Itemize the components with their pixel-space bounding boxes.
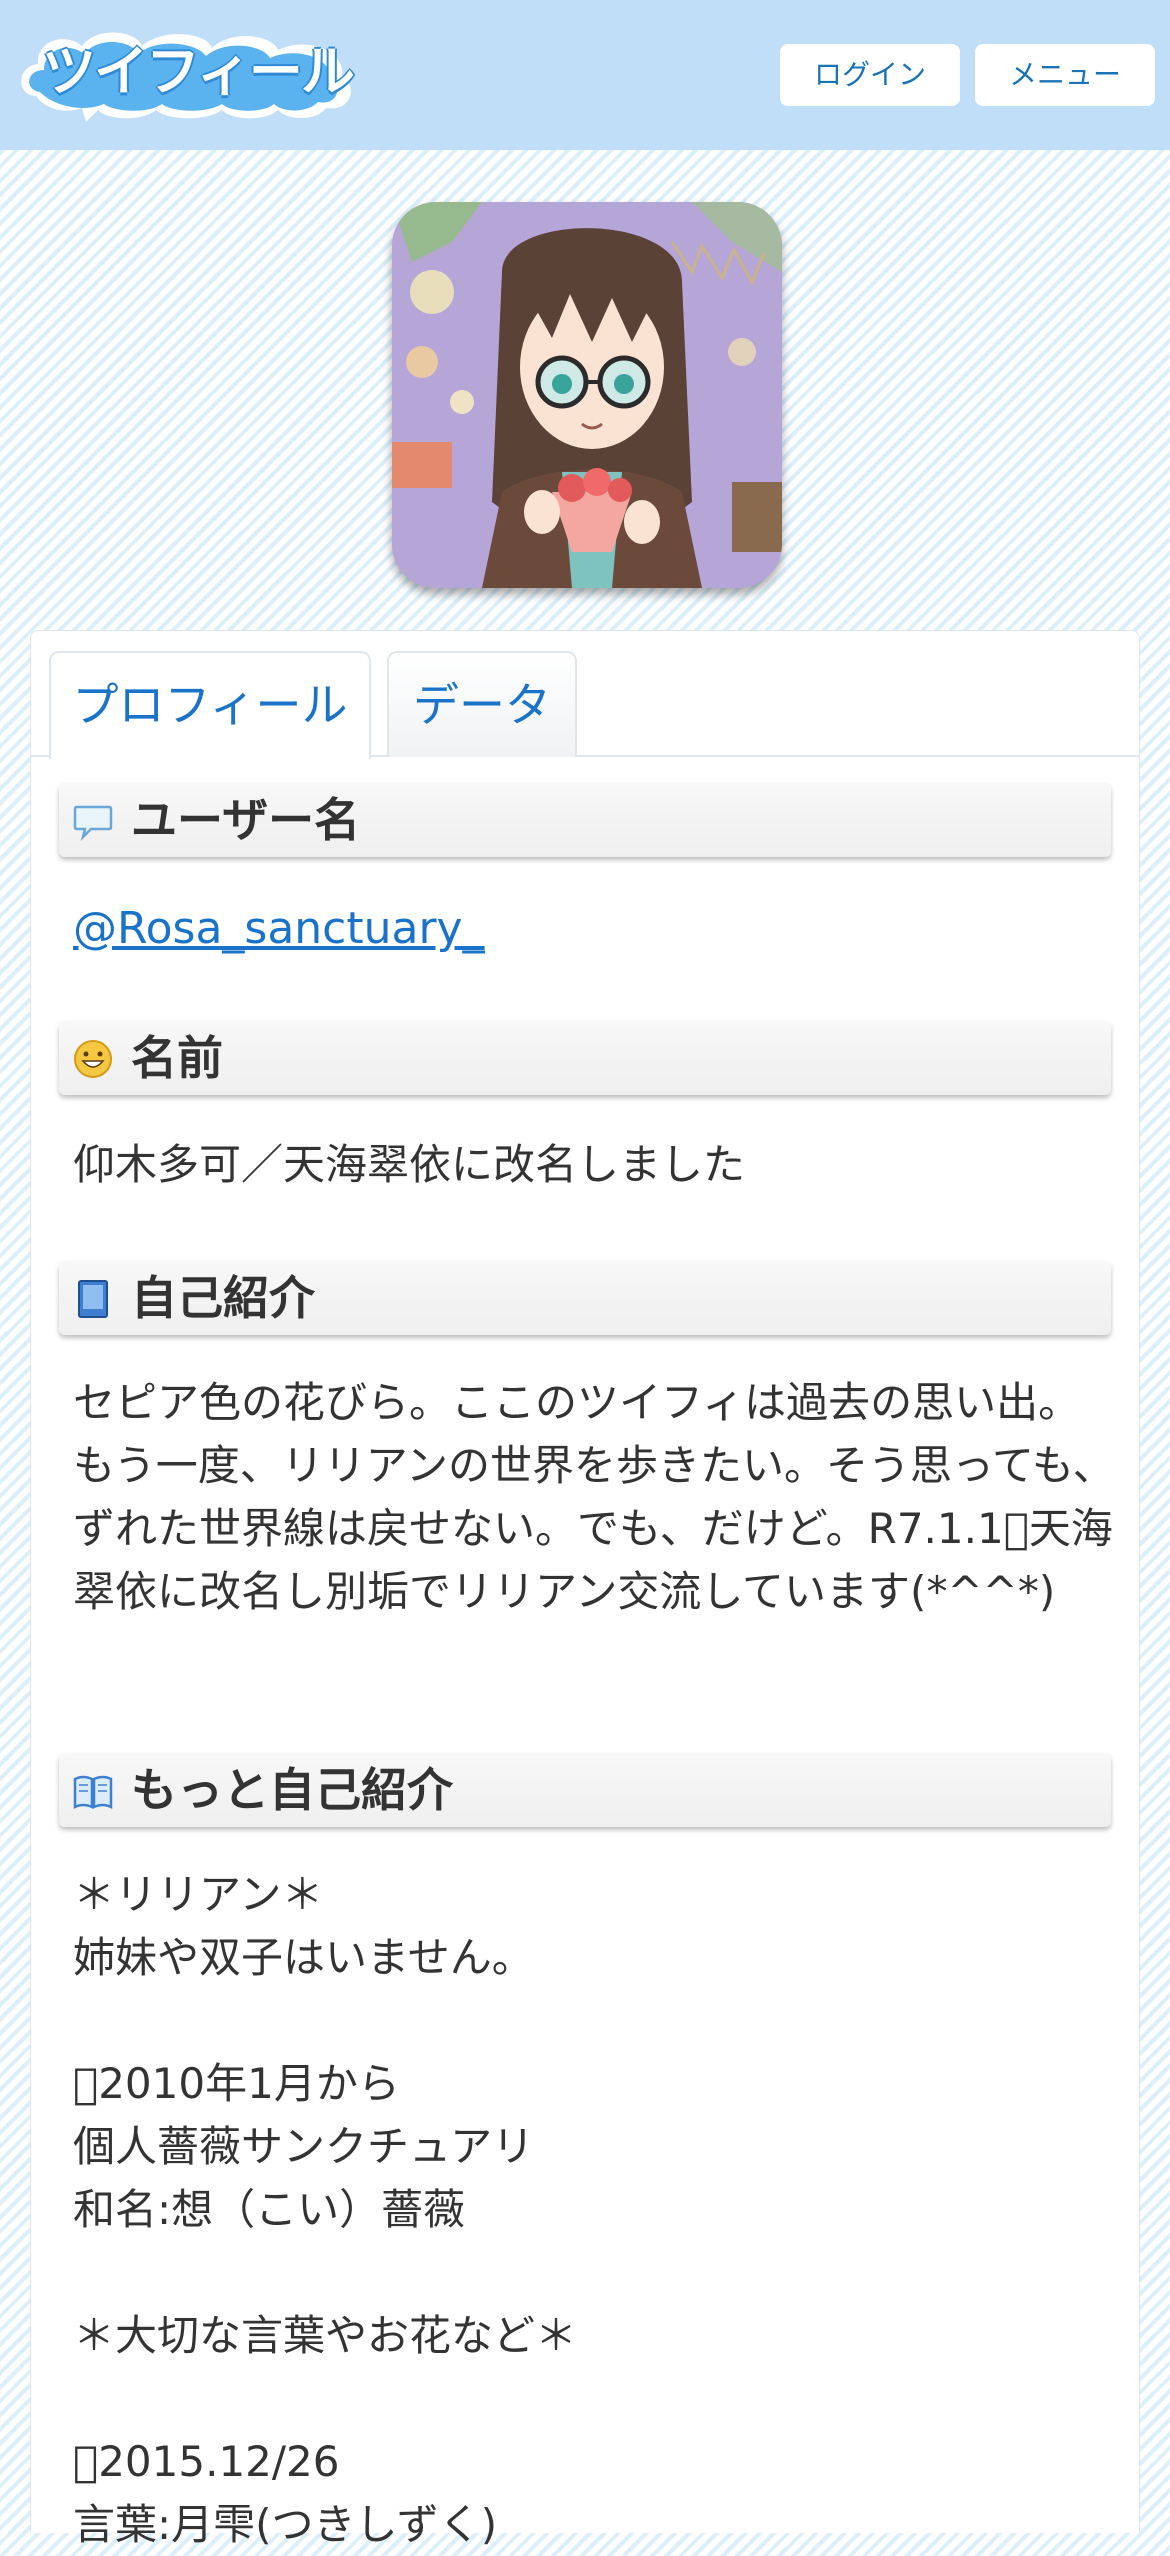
site-logo[interactable]: ツイフィール (16, 26, 356, 122)
section-name-header: 名前 (59, 1021, 1111, 1095)
smiley-icon (74, 1040, 112, 1078)
tab-data[interactable]: データ (387, 651, 577, 757)
avatar-illustration (392, 202, 782, 588)
username-link[interactable]: @Rosa_sanctuary_ (73, 899, 485, 959)
section-title: もっと自己紹介 (131, 1763, 453, 1817)
logo-text: ツイフィール (42, 40, 355, 103)
section-title: 自己紹介 (131, 1271, 315, 1325)
section-intro-header: 自己紹介 (59, 1261, 1111, 1335)
profile-avatar (392, 202, 782, 588)
name-value: 仰木多可／天海翠依に改名しました (73, 1140, 746, 1189)
blue-book-icon (78, 1280, 108, 1318)
tab-profile[interactable]: プロフィール (49, 651, 371, 759)
site-header: ツイフィール ログイン メニュー (0, 0, 1170, 150)
section-more-intro-header: もっと自己紹介 (59, 1753, 1111, 1827)
section-title: ユーザー名 (131, 793, 361, 847)
speech-bubble-icon (73, 805, 113, 841)
section-title: 名前 (131, 1031, 223, 1085)
open-book-icon (73, 1775, 113, 1810)
login-button[interactable]: ログイン (780, 44, 960, 106)
intro-value: セピア色の花びら。ここのツイフィは過去の思い出。もう一度、リリアンの世界を歩きた… (73, 1378, 1115, 1616)
menu-button[interactable]: メニュー (975, 44, 1155, 106)
more-intro-value: ＊リリアン＊ 姉妹や双子はいません。 􀀀2010年1月から 個人薔薇サンクチュア… (73, 1870, 578, 2549)
tab-bar: プロフィール データ (31, 631, 1139, 759)
profile-card: プロフィール データ ユーザー名 @Rosa_sanctuary_ 名前 仰木多… (30, 630, 1140, 2549)
section-username-header: ユーザー名 (59, 783, 1111, 857)
